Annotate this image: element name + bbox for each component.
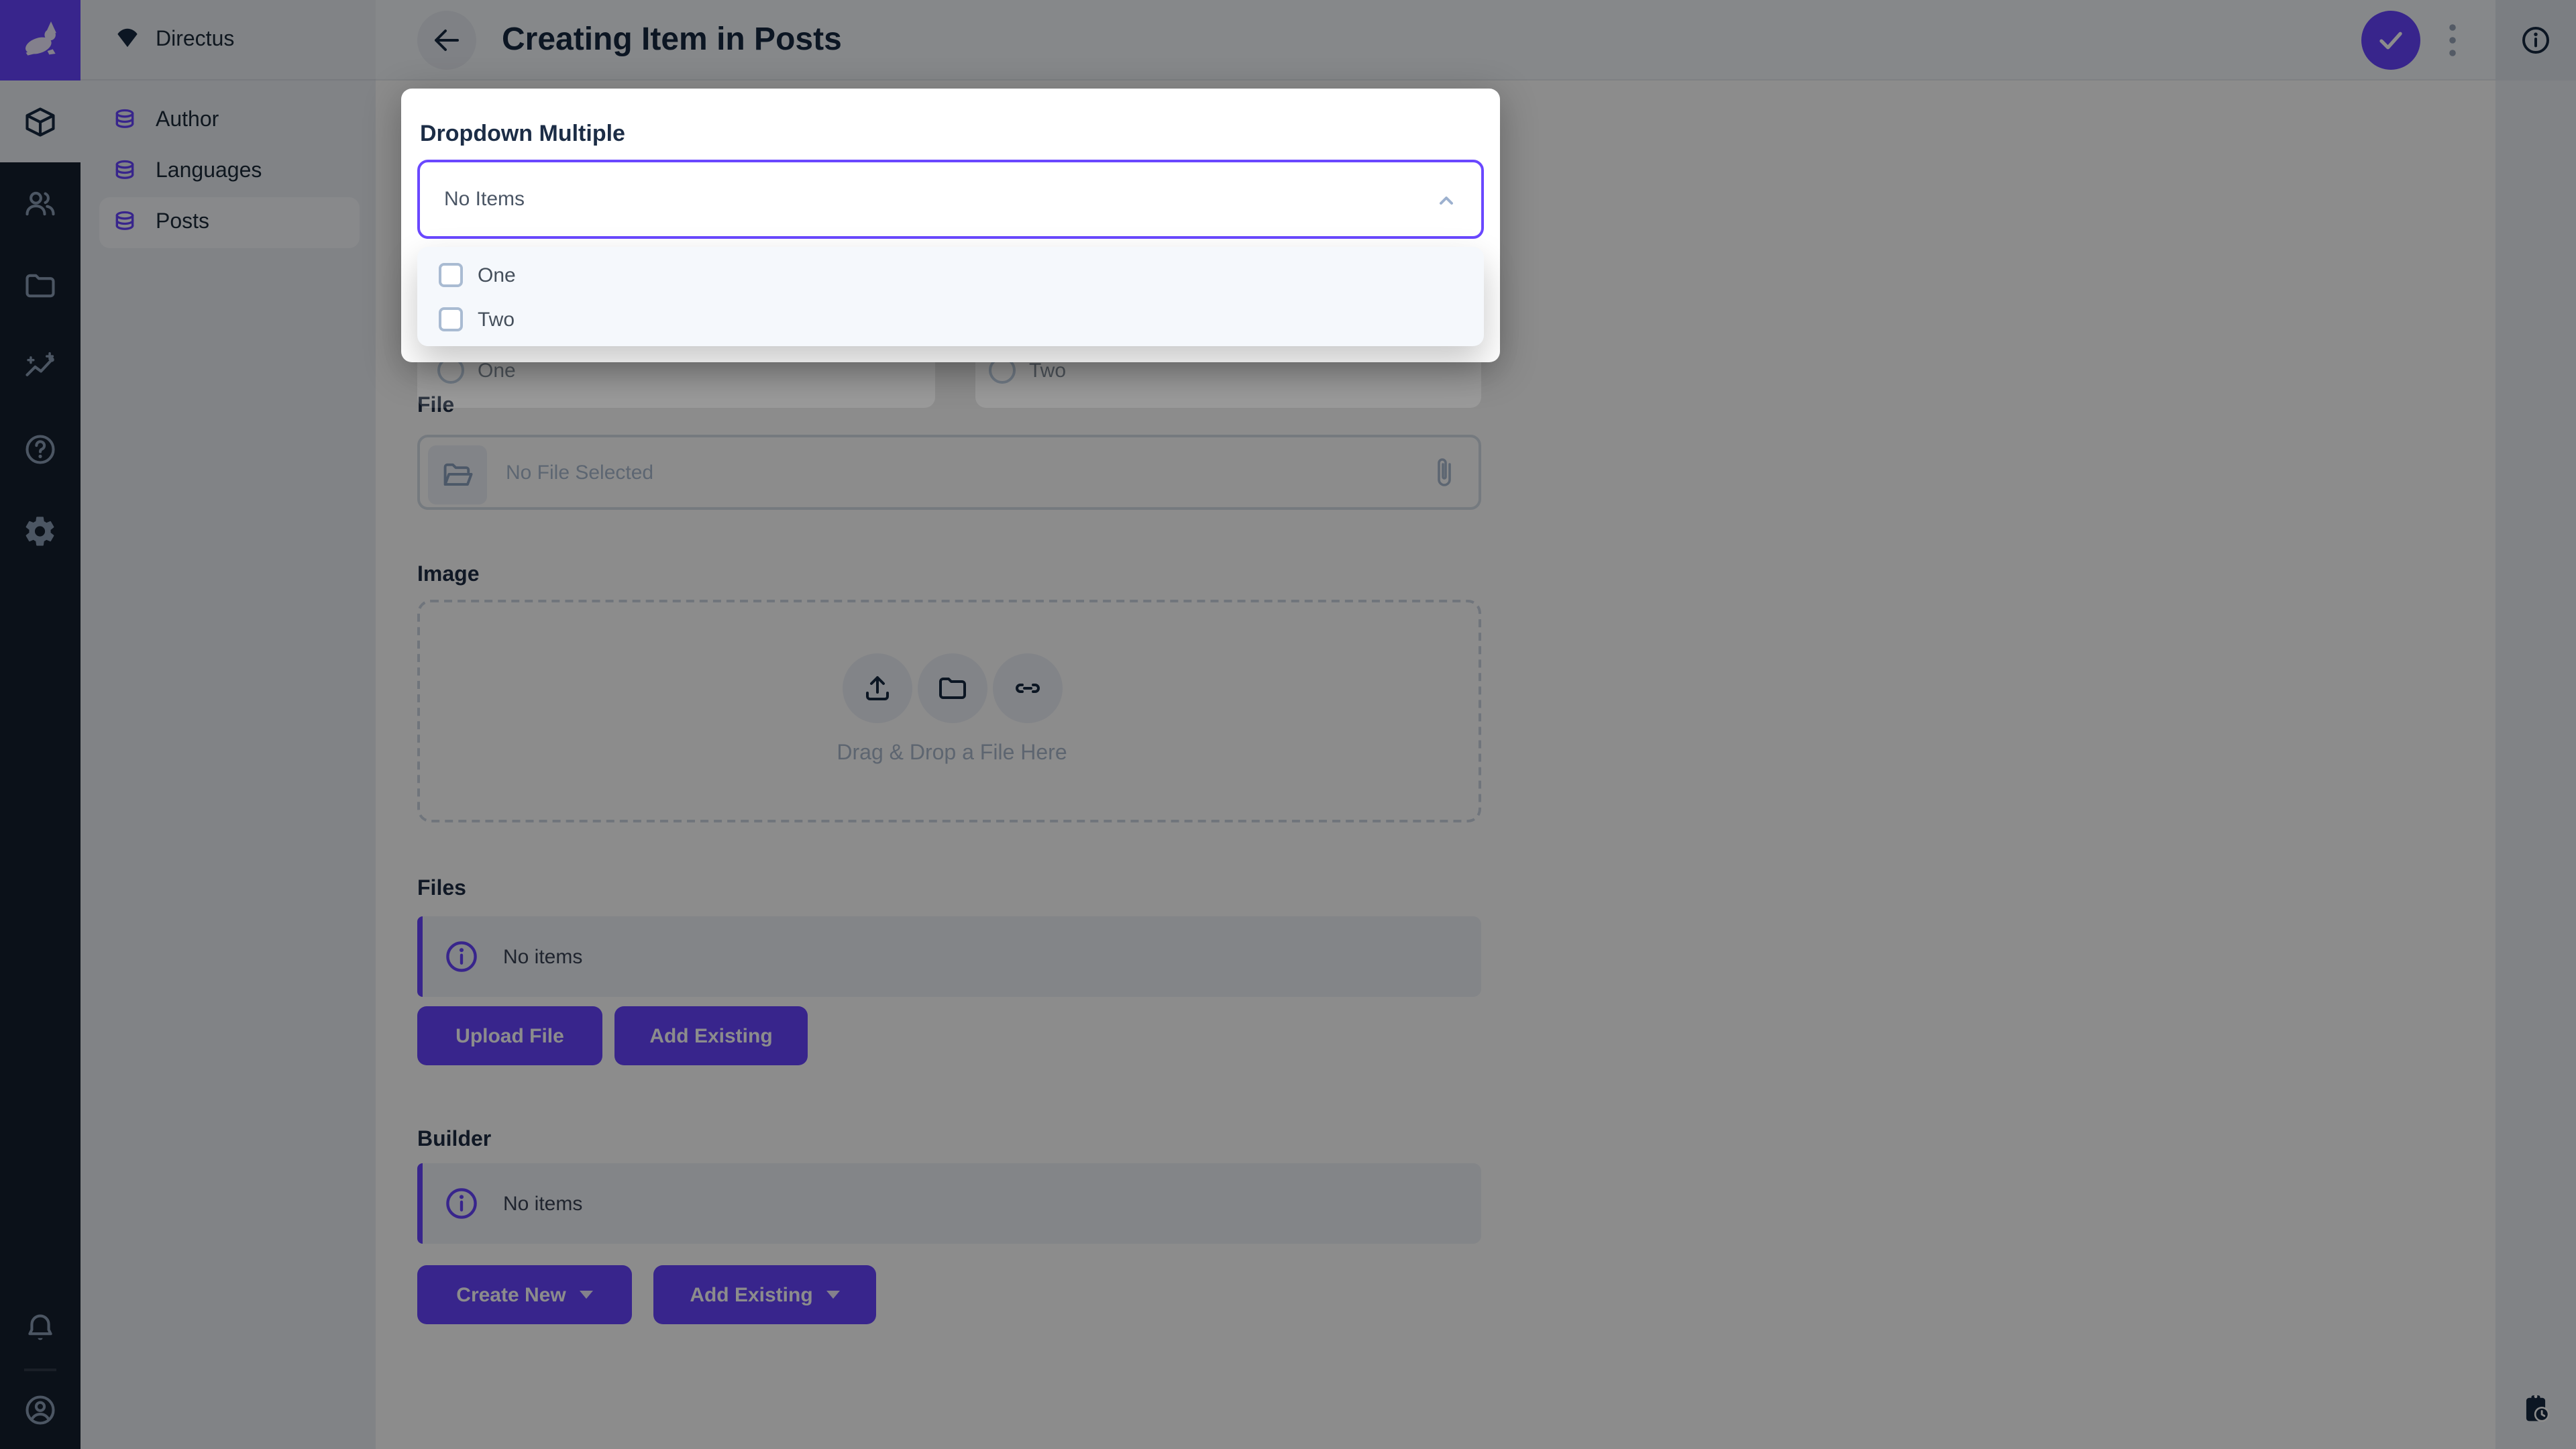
dropdown-option-two[interactable]: Two [417, 297, 1484, 342]
app: Creating Item in Posts File No File Sele… [0, 0, 2576, 1449]
option-label: One [478, 264, 516, 286]
checkbox-icon[interactable] [439, 263, 463, 287]
radio-label: One [478, 359, 516, 382]
dropdown-option-one[interactable]: One [417, 252, 1484, 298]
dropdown-multiple-card: Dropdown Multiple No Items One Two [401, 89, 1500, 362]
checkbox-icon[interactable] [439, 307, 463, 331]
chevron-up-icon [1430, 184, 1462, 216]
dropdown-multiple-select[interactable]: No Items [417, 160, 1484, 239]
option-label: Two [478, 308, 515, 331]
dropdown-menu: One Two [417, 247, 1484, 346]
radio-label: Two [1029, 359, 1067, 382]
dropdown-multiple-label: Dropdown Multiple [420, 121, 625, 146]
select-value: No Items [444, 188, 525, 211]
